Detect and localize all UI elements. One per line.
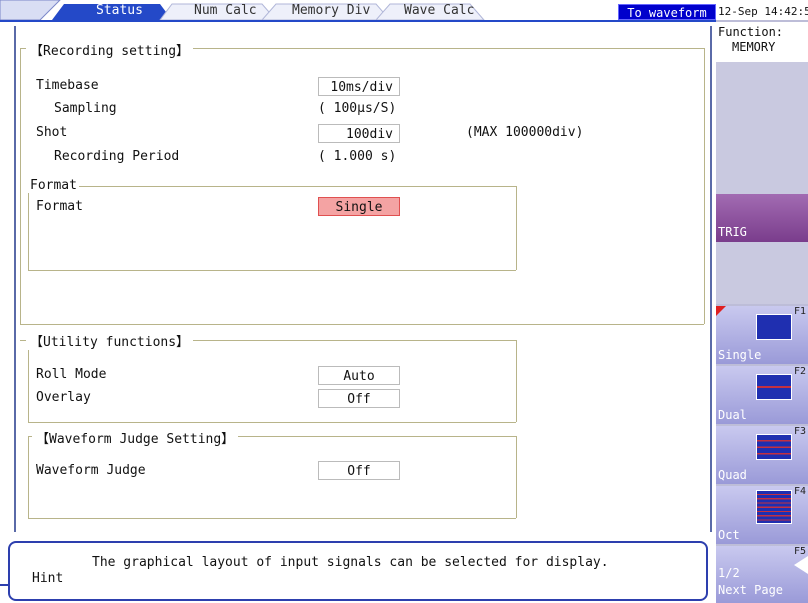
sampling-value: ( 100µs/S) bbox=[318, 101, 397, 116]
layout-single-key[interactable]: F1 Single bbox=[716, 306, 808, 364]
f2-label: F2 bbox=[793, 366, 806, 377]
sampling-label: Sampling bbox=[54, 101, 117, 116]
judge-section-title: 【Waveform Judge Setting】 bbox=[32, 428, 239, 447]
recording-period-label: Recording Period bbox=[54, 149, 180, 164]
format-frame-bottom bbox=[28, 270, 516, 271]
quad-layout-icon bbox=[756, 434, 792, 460]
shot-field[interactable]: 100div bbox=[318, 124, 400, 143]
roll-mode-field[interactable]: Auto bbox=[318, 366, 400, 385]
judge-frame-right bbox=[516, 436, 517, 518]
format-frame-right bbox=[516, 186, 517, 270]
single-layout-icon bbox=[756, 314, 792, 340]
judge-frame-bottom bbox=[28, 518, 516, 519]
trig-label: TRIG bbox=[718, 225, 747, 239]
layout-oct-key[interactable]: F4 Oct bbox=[716, 486, 808, 544]
utility-section-title: 【Utility functions】 bbox=[26, 331, 194, 350]
next-page-key[interactable]: F5 1/2 Next Page bbox=[716, 546, 808, 603]
sidebar-gap bbox=[716, 242, 808, 304]
timebase-field[interactable]: 10ms/div bbox=[318, 77, 400, 96]
hint-text: The graphical layout of input signals ca… bbox=[92, 555, 609, 570]
layout-dual-key[interactable]: F2 Dual bbox=[716, 366, 808, 424]
function-label: Function: bbox=[718, 25, 784, 39]
judge-frame-left bbox=[28, 436, 29, 518]
selected-marker-icon bbox=[716, 306, 726, 316]
datetime-display: 12-Sep 14:42:58 bbox=[718, 5, 808, 18]
utility-frame-left bbox=[28, 340, 29, 422]
oct-layout-icon bbox=[756, 490, 792, 524]
quad-label: Quad bbox=[718, 468, 747, 482]
tab-status[interactable]: Status bbox=[96, 2, 143, 20]
oct-label: Oct bbox=[718, 528, 740, 542]
settings-panel: 【Recording setting】 Timebase 10ms/div Sa… bbox=[14, 26, 712, 532]
trig-key[interactable]: TRIG bbox=[716, 194, 808, 242]
recording-frame-right bbox=[704, 48, 705, 324]
f1-label: F1 bbox=[793, 306, 806, 317]
format-frame-top bbox=[28, 186, 516, 187]
f3-label: F3 bbox=[793, 426, 806, 437]
waveform-judge-label: Waveform Judge bbox=[36, 463, 146, 478]
recording-frame-left bbox=[20, 48, 21, 324]
hint-box: The graphical layout of input signals ca… bbox=[8, 541, 708, 601]
dual-layout-icon bbox=[756, 374, 792, 400]
function-display: Function: MEMORY bbox=[716, 22, 808, 62]
format-section-title: Format bbox=[28, 178, 79, 193]
function-value: MEMORY bbox=[732, 40, 776, 54]
timebase-label: Timebase bbox=[36, 78, 99, 93]
shot-max-note: (MAX 100000div) bbox=[466, 125, 584, 140]
overlay-label: Overlay bbox=[36, 390, 91, 405]
recording-frame-bottom bbox=[20, 324, 704, 325]
recording-section-title: 【Recording setting】 bbox=[26, 40, 194, 59]
roll-mode-label: Roll Mode bbox=[36, 367, 107, 382]
layout-quad-key[interactable]: F3 Quad bbox=[716, 426, 808, 484]
single-label: Single bbox=[718, 348, 762, 362]
next-page-label: Next Page bbox=[718, 583, 784, 597]
dual-label: Dual bbox=[718, 408, 747, 422]
tab-bar: Status Num Calc Memory Div Wave Calc bbox=[0, 0, 716, 22]
format-label: Format bbox=[36, 199, 83, 214]
utility-frame-bottom bbox=[28, 422, 516, 423]
arrow-left-icon bbox=[794, 556, 808, 574]
to-waveform-button[interactable]: To waveform bbox=[618, 4, 716, 20]
recording-period-value: ( 1.000 s) bbox=[318, 149, 397, 164]
page-indicator: 1/2 bbox=[718, 566, 740, 580]
tab-wave-calc[interactable]: Wave Calc bbox=[404, 2, 474, 20]
shot-label: Shot bbox=[36, 125, 68, 140]
format-frame-left bbox=[28, 186, 29, 270]
overlay-field[interactable]: Off bbox=[318, 389, 400, 408]
format-field[interactable]: Single bbox=[318, 197, 400, 216]
tab-num-calc[interactable]: Num Calc bbox=[194, 2, 257, 20]
sidebar-blank bbox=[716, 62, 808, 194]
tab-memory-div[interactable]: Memory Div bbox=[292, 2, 370, 20]
waveform-judge-field[interactable]: Off bbox=[318, 461, 400, 480]
utility-frame-right bbox=[516, 340, 517, 422]
hint-label: Hint bbox=[32, 571, 64, 586]
hint-pointer bbox=[0, 584, 8, 586]
f4-label: F4 bbox=[793, 486, 806, 497]
